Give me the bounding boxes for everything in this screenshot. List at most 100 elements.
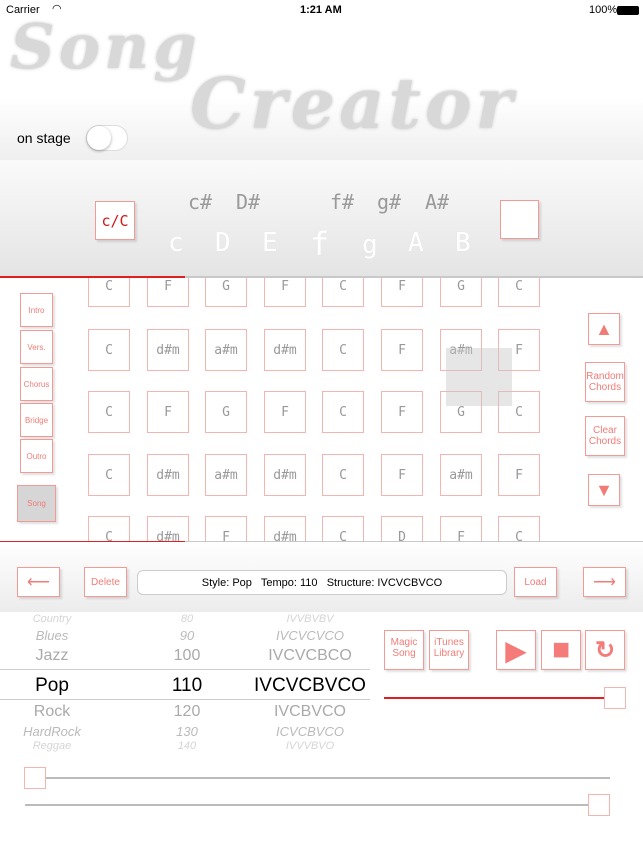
volume-slider-thumb[interactable] (604, 687, 626, 709)
picker-structures-option[interactable]: IVVVBVO (245, 740, 370, 752)
key-natural[interactable]: E (262, 228, 278, 258)
slider-2[interactable] (25, 804, 610, 806)
picker-structures-option[interactable]: IVCBVCO (245, 703, 370, 721)
section-button-chorus[interactable]: Chorus (20, 367, 53, 401)
chord-cell[interactable]: d#m (147, 516, 189, 542)
chord-cell[interactable]: F (381, 391, 423, 433)
chord-cell[interactable]: F (440, 516, 482, 542)
chord-cell[interactable]: C (498, 277, 540, 307)
chord-cell[interactable]: a#m (205, 454, 247, 496)
key-natural[interactable]: D (215, 228, 231, 258)
chord-cell[interactable]: F (498, 454, 540, 496)
song-info-field[interactable]: Style: Pop Tempo: 110 Structure: IVCVCBV… (137, 570, 507, 595)
play-button[interactable]: ▶ (496, 630, 536, 670)
picker-styles-option[interactable]: Country (2, 613, 102, 625)
picker-styles-option[interactable]: Rock (2, 703, 102, 721)
key-natural[interactable]: f (310, 225, 329, 263)
picker-styles-option[interactable]: HardRock (2, 724, 102, 739)
key-display-box[interactable] (500, 200, 539, 239)
chord-cell[interactable]: F (381, 454, 423, 496)
chord-cell[interactable]: d#m (264, 329, 306, 371)
volume-slider[interactable] (384, 697, 614, 699)
picker-styles-option[interactable]: Blues (2, 628, 102, 643)
on-stage-toggle[interactable] (86, 125, 128, 151)
picker-styles-option[interactable]: Jazz (2, 647, 102, 665)
section-button-bridge[interactable]: Bridge (20, 403, 53, 437)
picker-tempos-option[interactable]: 120 (137, 703, 237, 721)
clear-chords-button[interactable]: Clear Chords (585, 416, 625, 456)
prev-button[interactable]: ⟵ (17, 567, 60, 597)
magic-song-button[interactable]: Magic Song (384, 630, 424, 670)
chord-cell[interactable]: C (88, 329, 130, 371)
picker-structures-option[interactable]: ICVCBVCO (245, 724, 370, 739)
key-natural[interactable]: B (455, 228, 471, 258)
picker-structures-option[interactable]: IVVBVBV (245, 613, 370, 625)
picker-styles-option[interactable]: Pop (2, 675, 102, 697)
toolbar: ⟵ Delete Style: Pop Tempo: 110 Structure… (0, 542, 643, 612)
next-button[interactable]: ⟶ (583, 567, 626, 597)
section-button-outro[interactable]: Outro (20, 439, 53, 473)
chord-cell[interactable]: F (381, 329, 423, 371)
delete-button[interactable]: Delete (84, 567, 127, 597)
picker-structures-option[interactable]: IVCVCBCO (245, 647, 370, 665)
section-button-song[interactable]: Song (17, 485, 56, 522)
chord-cell[interactable]: F (147, 391, 189, 433)
repeat-button[interactable]: ↻ (585, 630, 625, 670)
chord-cell[interactable]: d#m (264, 516, 306, 542)
chord-cell[interactable]: d#m (147, 329, 189, 371)
style-picker[interactable]: Country Blues Jazz Pop Rock HardRock Reggae 80 9… (0, 612, 370, 762)
chord-cell[interactable]: d#m (147, 454, 189, 496)
chord-cell[interactable]: G (205, 391, 247, 433)
chord-cell[interactable]: C (322, 516, 364, 542)
chord-cell[interactable]: C (88, 391, 130, 433)
chord-cell[interactable]: a#m (440, 454, 482, 496)
chord-cell[interactable]: C (88, 277, 130, 307)
itunes-library-button[interactable]: iTunes Library (429, 630, 469, 670)
key-sharp[interactable]: A# (425, 190, 449, 214)
chord-cell[interactable]: C (322, 329, 364, 371)
chord-cell[interactable]: F (264, 391, 306, 433)
key-natural[interactable]: A (408, 228, 424, 258)
section-button-vers[interactable]: Vers. (20, 330, 53, 364)
scroll-down-button[interactable]: ▼ (588, 474, 620, 506)
picker-tempos-option[interactable]: 130 (137, 724, 237, 739)
key-sharp[interactable]: c# (188, 190, 212, 214)
chord-cell[interactable]: F (381, 277, 423, 307)
chord-cell[interactable]: a#m (205, 329, 247, 371)
chord-cell[interactable]: F (147, 277, 189, 307)
chord-cell[interactable]: C (322, 454, 364, 496)
chord-cell[interactable]: C (322, 277, 364, 307)
picker-tempos-option[interactable]: 80 (137, 613, 237, 625)
random-chords-button[interactable]: Random Chords (585, 362, 625, 402)
chord-cell[interactable]: D (381, 516, 423, 542)
picker-tempos-option[interactable]: 90 (137, 628, 237, 643)
chord-cell[interactable]: d#m (264, 454, 306, 496)
picker-tempos-option[interactable]: 100 (137, 647, 237, 665)
picker-tempos-option[interactable]: 110 (137, 675, 237, 697)
key-natural[interactable]: g (362, 230, 378, 260)
key-natural[interactable]: c (168, 228, 184, 258)
chord-cell[interactable]: G (205, 277, 247, 307)
chord-cell[interactable]: C (322, 391, 364, 433)
chord-cell[interactable]: F (264, 277, 306, 307)
scroll-up-button[interactable]: ▲ (588, 313, 620, 345)
slider-1-thumb[interactable] (24, 767, 46, 789)
stop-button[interactable]: ■ (541, 630, 581, 670)
mode-button[interactable]: c/C (95, 201, 135, 240)
load-button[interactable]: Load (514, 567, 557, 597)
picker-tempos-option[interactable]: 140 (137, 740, 237, 752)
slider-2-thumb[interactable] (588, 794, 610, 816)
chord-cell[interactable]: G (440, 277, 482, 307)
chord-cell[interactable]: F (205, 516, 247, 542)
picker-styles-option[interactable]: Reggae (2, 740, 102, 752)
key-sharp[interactable]: g# (377, 190, 401, 214)
key-sharp[interactable]: D# (236, 190, 260, 214)
key-sharp[interactable]: f# (330, 190, 354, 214)
chord-cell[interactable]: C (88, 454, 130, 496)
slider-1[interactable] (25, 777, 610, 779)
chord-cell[interactable]: C (88, 516, 130, 542)
picker-structures-option[interactable]: IVCVCBVCO (245, 675, 370, 697)
section-button-intro[interactable]: Intro (20, 293, 53, 327)
picker-structures-option[interactable]: IVCVCVCO (245, 628, 370, 643)
chord-cell[interactable]: C (498, 516, 540, 542)
